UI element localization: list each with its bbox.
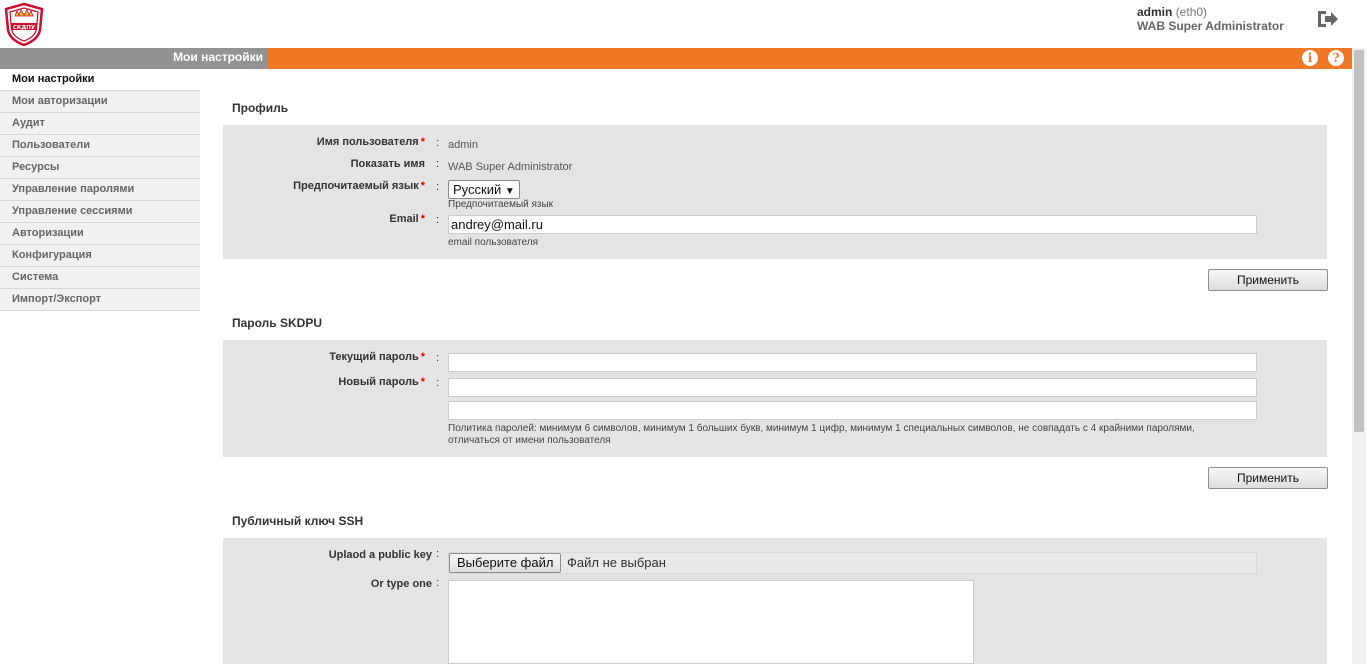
username-value: admin — [448, 139, 478, 151]
password-section-title: Пароль SKDPU — [232, 316, 322, 330]
colon: : — [436, 214, 440, 226]
email-field[interactable]: andrey@mail.ru — [448, 215, 1257, 234]
profile-section-title: Профиль — [232, 101, 289, 115]
language-hint: Предпочитаемый язык — [448, 199, 554, 210]
file-status-text: Файл не выбран — [567, 555, 666, 570]
required-marker: * — [420, 213, 425, 225]
confirm-password-field[interactable] — [448, 401, 1257, 420]
language-label: Предпочитаемый язык * — [293, 180, 425, 192]
scrollbar-thumb[interactable] — [1354, 50, 1364, 432]
colon: : — [436, 137, 440, 149]
required-marker: * — [420, 136, 425, 148]
sidebar-item-authorizations[interactable]: Авторизации — [0, 223, 200, 245]
current-password-label: Текущий пароль * — [329, 351, 425, 363]
ssh-key-textarea[interactable] — [448, 580, 974, 664]
colon: : — [436, 548, 440, 560]
sidebar-item-users[interactable]: Пользователи — [0, 135, 200, 157]
required-marker: * — [420, 376, 425, 388]
new-password-field[interactable] — [448, 378, 1257, 397]
top-header: СКДПУ admin (eth0) WAB Super Administrat… — [0, 0, 1366, 48]
logo-text: СКДПУ — [13, 25, 36, 31]
username-label: Имя пользователя * — [316, 136, 425, 148]
email-hint: email пользователя — [448, 237, 538, 248]
page-title: Мои настройки — [173, 50, 263, 64]
language-select[interactable]: Русский ▼ — [448, 180, 520, 199]
sidebar-item-password-management[interactable]: Управление паролями — [0, 179, 200, 201]
required-marker: * — [420, 180, 425, 192]
language-selected-value: Русский — [453, 182, 502, 197]
password-policy-hint: Политика паролей: минимум 6 символов, ми… — [448, 423, 1195, 434]
sidebar-item-my-settings[interactable]: Мои настройки — [0, 69, 200, 91]
title-bar: Мои настройки i ? — [0, 48, 1352, 69]
user-interface: (eth0) — [1175, 5, 1208, 19]
sidebar-item-session-management[interactable]: Управление сессиями — [0, 201, 200, 223]
logout-icon[interactable] — [1316, 9, 1340, 29]
page-scrollbar[interactable] — [1352, 48, 1366, 664]
colon: : — [436, 158, 440, 170]
new-password-label: Новый пароль * — [338, 376, 425, 388]
display-name-label: Показать имя — [350, 158, 425, 170]
upload-key-label: Uplaod a public key — [328, 549, 432, 561]
type-key-label: Or type one — [370, 578, 432, 590]
password-apply-button[interactable]: Применить — [1208, 467, 1328, 489]
info-icon[interactable]: i — [1302, 50, 1318, 66]
dropdown-arrow-icon: ▼ — [504, 186, 515, 197]
required-marker: * — [420, 351, 425, 363]
sidebar-item-system[interactable]: Система — [0, 267, 200, 289]
sidebar-item-my-authorizations[interactable]: Мои авторизации — [0, 91, 200, 113]
user-info: admin (eth0) WAB Super Administrator — [1137, 5, 1284, 33]
profile-apply-button[interactable]: Применить — [1208, 269, 1328, 291]
colon: : — [436, 352, 440, 364]
display-name-value: WAB Super Administrator — [448, 161, 573, 173]
file-upload-field[interactable]: Выберите файл Файл не выбран — [448, 552, 1257, 574]
colon: : — [436, 577, 440, 589]
user-role: WAB Super Administrator — [1137, 19, 1284, 33]
sidebar-item-audit[interactable]: Аудит — [0, 113, 200, 135]
help-icon[interactable]: ? — [1328, 50, 1344, 66]
current-password-field[interactable] — [448, 353, 1257, 372]
user-name: admin — [1137, 5, 1173, 19]
choose-file-button[interactable]: Выберите файл — [449, 553, 562, 573]
sidebar: Мои настройки Мои авторизации Аудит Поль… — [0, 69, 200, 311]
ssh-section-title: Публичный ключ SSH — [232, 514, 364, 528]
colon: : — [436, 377, 440, 389]
colon: : — [436, 181, 440, 193]
sidebar-item-resources[interactable]: Ресурсы — [0, 157, 200, 179]
email-label: Email * — [389, 213, 425, 225]
password-policy-hint-line2: отличаться от имени пользователя — [448, 435, 611, 446]
logo-icon: СКДПУ — [4, 2, 44, 46]
sidebar-item-configuration[interactable]: Конфигурация — [0, 245, 200, 267]
sidebar-item-import-export[interactable]: Импорт/Экспорт — [0, 289, 200, 311]
